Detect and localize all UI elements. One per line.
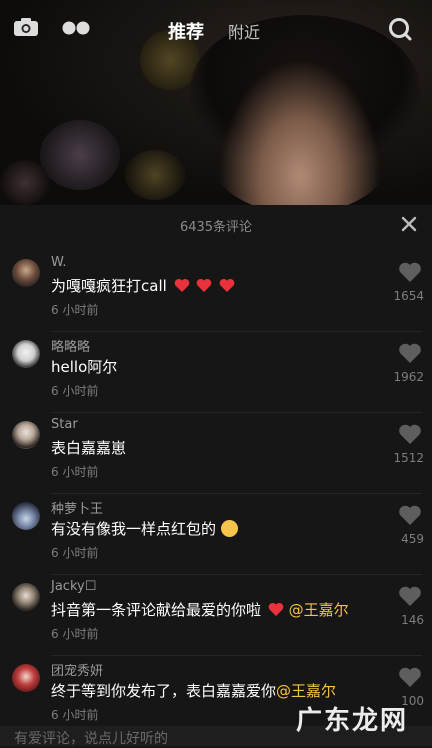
comment-username[interactable]: Jacky☐ xyxy=(51,579,96,594)
comment-text-content: hello阿尔 xyxy=(51,358,118,376)
avatar[interactable] xyxy=(12,340,40,368)
avatar[interactable] xyxy=(12,259,40,287)
like-count: 1654 xyxy=(393,289,424,303)
person-face xyxy=(205,40,395,205)
comment-input-placeholder: 有爱评论，说点儿好听的 xyxy=(14,731,168,747)
comment-username[interactable]: W. xyxy=(51,255,67,270)
mention-link[interactable]: @王嘉尔 xyxy=(276,682,336,700)
comment-username[interactable]: 略略略 xyxy=(51,336,90,355)
tab-recommend[interactable]: 推荐 xyxy=(168,18,204,44)
comments-panel: 6435条评论 W. 为嘎嘎疯狂打call 6 小时前 1654 略略略 hel… xyxy=(0,205,432,746)
comment-username[interactable]: 团宠秀妍 xyxy=(51,660,103,679)
comment-time: 6 小时前 xyxy=(51,465,99,479)
close-icon[interactable] xyxy=(400,215,418,233)
comment-text-content: 终于等到你发布了，表白嘉嘉爱你 xyxy=(51,682,277,700)
comment-username[interactable]: 种萝卜王 xyxy=(51,498,103,517)
balloon-decoration xyxy=(125,150,185,200)
balloon-decoration xyxy=(40,120,120,190)
laughing-face-emoji-icon xyxy=(220,520,238,537)
comment-time: 6 小时前 xyxy=(51,303,99,317)
heart-like-icon[interactable] xyxy=(398,342,422,364)
search-icon[interactable] xyxy=(388,17,412,41)
heart-like-icon[interactable] xyxy=(398,423,422,445)
comment-username[interactable]: Star xyxy=(51,417,78,432)
comment-text: 抖音第一条评论献给最爱的你啦 @王嘉尔 xyxy=(51,599,349,620)
comment-text-content: 抖音第一条评论献给最爱的你啦 xyxy=(51,601,262,619)
red-heart-emoji-icon xyxy=(219,278,235,292)
comment-item[interactable]: Star 表白嘉嘉崽 6 小时前 1512 xyxy=(0,413,432,494)
red-heart-emoji-icon xyxy=(197,278,212,292)
comment-text: 为嘎嘎疯狂打call xyxy=(51,275,235,296)
avatar[interactable] xyxy=(12,583,40,611)
mention-link[interactable]: @王嘉尔 xyxy=(289,601,349,619)
tab-nearby[interactable]: 附近 xyxy=(228,19,260,43)
avatar[interactable] xyxy=(12,502,40,530)
comment-time: 6 小时前 xyxy=(51,384,99,398)
avatar[interactable] xyxy=(12,421,40,449)
live-dots-icon[interactable] xyxy=(62,20,90,36)
heart-like-icon[interactable] xyxy=(398,666,422,688)
comment-text: hello阿尔 xyxy=(51,356,117,377)
red-heart-emoji-icon xyxy=(268,602,284,616)
balloon-decoration xyxy=(0,160,50,205)
comment-item[interactable]: Jacky☐ 抖音第一条评论献给最爱的你啦 @王嘉尔 6 小时前 146 xyxy=(0,575,432,656)
comments-header: 6435条评论 xyxy=(0,205,432,243)
comment-text: 终于等到你发布了，表白嘉嘉爱你@王嘉尔 xyxy=(51,680,336,701)
like-count: 146 xyxy=(401,613,424,627)
comment-text: 有没有像我一样点红包的 xyxy=(51,518,238,539)
comment-text: 表白嘉嘉崽 xyxy=(51,437,126,458)
comment-time: 6 小时前 xyxy=(51,546,99,560)
comment-text-content: 为嘎嘎疯狂打call xyxy=(51,277,167,295)
comment-time: 6 小时前 xyxy=(51,708,99,722)
heart-like-icon[interactable] xyxy=(398,504,422,526)
like-count: 1962 xyxy=(393,370,424,384)
comment-item[interactable]: 略略略 hello阿尔 6 小时前 1962 xyxy=(0,332,432,413)
camera-icon[interactable] xyxy=(14,18,38,36)
red-heart-emoji-icon xyxy=(174,278,189,292)
comment-text-content: 表白嘉嘉崽 xyxy=(51,439,127,457)
top-bar: 推荐 附近 xyxy=(0,0,432,60)
comment-item[interactable]: 种萝卜王 有没有像我一样点红包的 6 小时前 459 xyxy=(0,494,432,575)
like-count: 1512 xyxy=(393,451,424,465)
avatar[interactable] xyxy=(12,664,40,692)
comment-item[interactable]: W. 为嘎嘎疯狂打call 6 小时前 1654 xyxy=(0,251,432,332)
heart-like-icon[interactable] xyxy=(398,585,422,607)
comment-text-content: 有没有像我一样点红包的 xyxy=(51,520,217,538)
like-count: 459 xyxy=(401,532,424,546)
comment-count: 6435条评论 xyxy=(179,220,253,235)
comment-time: 6 小时前 xyxy=(51,627,99,641)
watermark: 广东龙网 xyxy=(296,706,409,736)
heart-like-icon[interactable] xyxy=(398,261,422,283)
